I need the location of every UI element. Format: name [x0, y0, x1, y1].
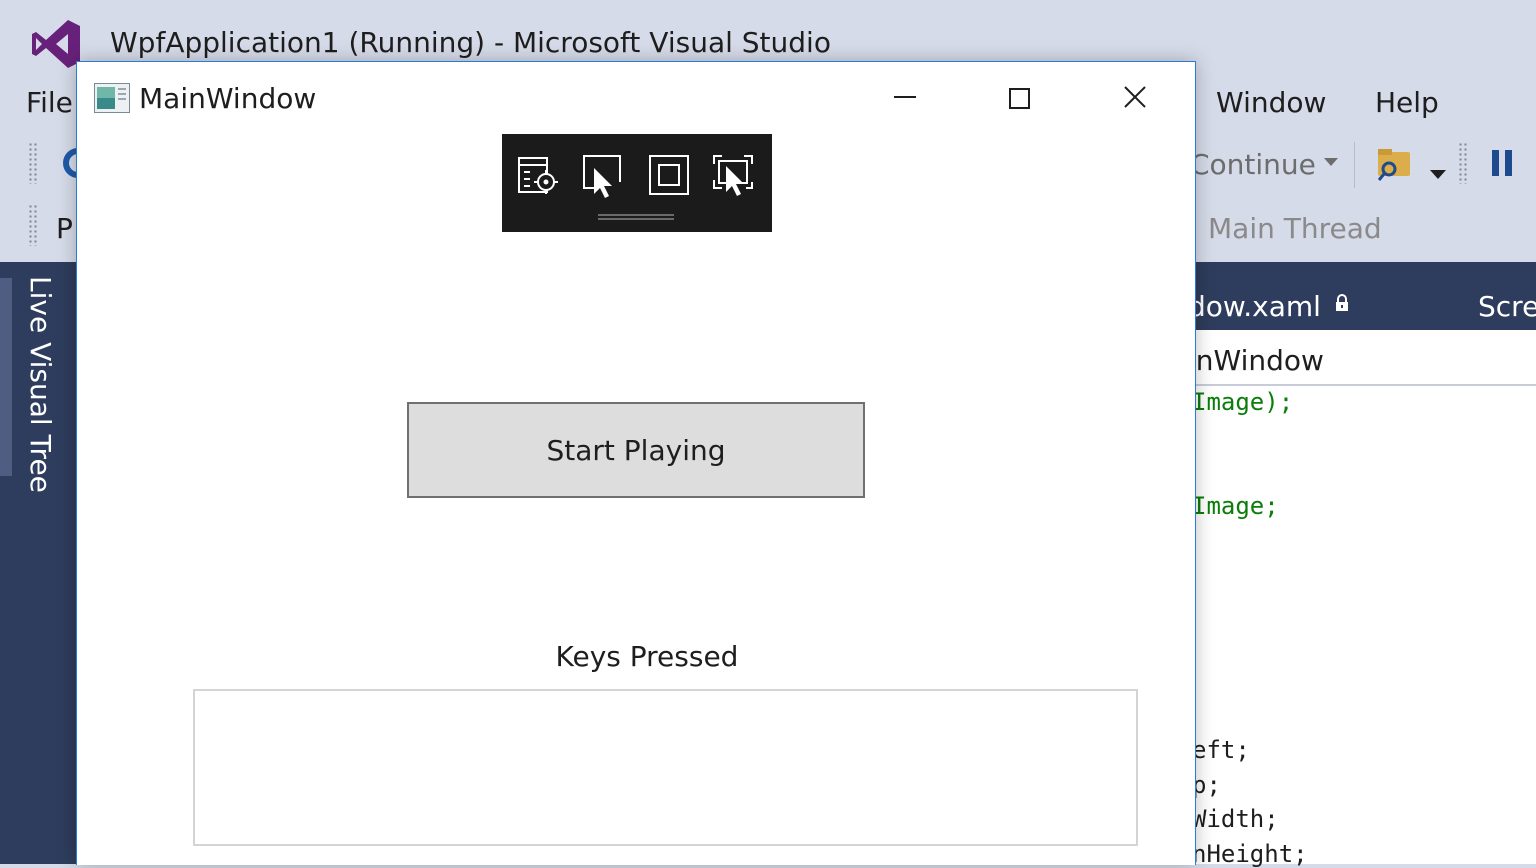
keys-pressed-textbox[interactable]: [193, 689, 1138, 846]
toolbar-truncated-label: P: [56, 212, 73, 245]
live-visual-tree-tab[interactable]: Live Visual Tree: [24, 276, 57, 493]
maximize-button[interactable]: [991, 72, 1047, 122]
go-to-live-visual-tree-icon[interactable]: [516, 152, 562, 200]
display-layout-adorners-icon[interactable]: [646, 152, 692, 200]
minimize-icon: [894, 96, 916, 98]
toolbar-grip[interactable]: [28, 204, 38, 246]
window-app-icon: [94, 83, 130, 113]
toolbar-drag-handle[interactable]: [598, 214, 674, 220]
document-tab-secondary[interactable]: Scre: [1478, 290, 1536, 323]
code-line: p;: [1192, 771, 1221, 799]
ide-window-title: WpfApplication1 (Running) - Microsoft Vi…: [110, 26, 831, 59]
toolbar-grip[interactable]: [1458, 142, 1468, 184]
document-tab[interactable]: dow.xaml: [1188, 290, 1321, 323]
lock-icon: [1336, 294, 1348, 311]
pause-icon[interactable]: [1492, 150, 1514, 176]
side-tab-indicator: [0, 278, 12, 476]
keys-pressed-label: Keys Pressed: [555, 640, 739, 673]
start-playing-button[interactable]: Start Playing: [407, 402, 865, 498]
menu-window[interactable]: Window: [1216, 86, 1326, 119]
menu-help[interactable]: Help: [1375, 86, 1439, 119]
toolbar-grip[interactable]: [28, 142, 38, 184]
menu-file[interactable]: File: [26, 86, 73, 119]
main-window: MainWindow Start Playing Keys Pressed: [76, 61, 1196, 865]
in-app-debug-toolbar: [502, 134, 772, 232]
toolbar-separator: [1354, 142, 1355, 188]
maximize-icon: [1009, 88, 1030, 109]
chevron-down-icon[interactable]: [1324, 158, 1338, 166]
code-line: eft;: [1192, 736, 1250, 764]
code-editor[interactable]: [1196, 386, 1536, 864]
code-line: Image;: [1192, 492, 1279, 520]
navigate-back-icon[interactable]: [58, 148, 78, 178]
thread-dropdown[interactable]: Main Thread: [1208, 212, 1382, 245]
continue-button[interactable]: Continue: [1190, 148, 1316, 181]
code-line: Image);: [1192, 388, 1294, 416]
enable-selection-icon[interactable]: [580, 152, 626, 200]
toolbar-overflow-icon[interactable]: [1430, 170, 1446, 179]
member-dropdown[interactable]: inWindow: [1188, 344, 1324, 377]
window-title: MainWindow: [139, 82, 317, 115]
close-button[interactable]: [1107, 72, 1163, 122]
minimize-button[interactable]: [877, 72, 933, 122]
code-line: Width;: [1192, 805, 1279, 833]
find-in-files-icon[interactable]: [1374, 144, 1414, 184]
close-icon: [1124, 86, 1146, 108]
track-focused-element-icon[interactable]: [710, 152, 756, 200]
